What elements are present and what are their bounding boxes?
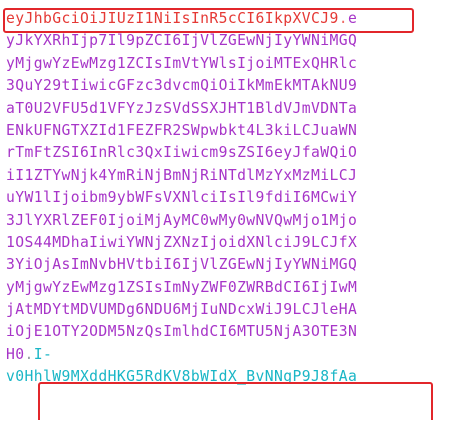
header-highlight-box — [3, 8, 414, 33]
jwt-payload-line: ENkUFNGTXZId1FEZFR2SWpwbkt4L3kiLCJuaWN — [6, 121, 358, 139]
jwt-payload-line: 1OS44MDhaIiwiYWNjZXNzIjoidXNlciJ9LCJfX — [6, 233, 358, 251]
jwt-payload-line: 3JlYXRlZEF0IjoiMjAyMC0wMy0wNVQwMjo1Mjo — [6, 211, 358, 229]
token-line-16: H0.I- — [6, 344, 468, 366]
jwt-payload-line: yJkYXRhIjp7Il9pZCI6IjVlZGEwNjIyYWNiMGQ — [6, 32, 358, 50]
jwt-payload-line: yMjgwYzEwMzg1ZCIsImVtYWlsIjoiMTExQHRlc — [6, 54, 358, 72]
jwt-payload-line: yMjgwYzEwMzg1ZSIsImNyZWF0ZWRBdCI6IjIwM — [6, 278, 358, 296]
jwt-payload-line: H0 — [6, 345, 25, 363]
bottom-clip — [0, 420, 470, 426]
signature-highlight-box — [38, 382, 433, 425]
jwt-payload-line: rTmFtZSI6InRlc3QxIiwicm9sZSI6eyJfaWQiO — [6, 144, 358, 162]
jwt-payload-line: aT0U2VFU5d1VFYzJzSVdSSXJHT1BldVJmVDNTa — [6, 99, 358, 117]
jwt-payload-line: uYW1lIjoibm9ybWFsVXNlciIsIl9fdiI6MCwiY — [6, 189, 358, 207]
jwt-payload-line: iOjE1OTY2ODM5NzQsImlhdCI6MTU5NjA3OTE3N — [6, 323, 358, 341]
jwt-payload-line: 3QuY29tIiwicGFzc3dvcmQiOiIkMmEkMTAkNU9 — [6, 77, 358, 95]
jwt-payload-line: iI1ZTYwNjk4YmRiNjBmNjRiNTdlMzYxMzMiLCJ — [6, 166, 358, 184]
jwt-payload-line: jAtMDYtMDVUMDg6NDU6MjIuNDcxWiJ9LCJleHA — [6, 301, 358, 319]
jwt-signature-line: I- — [33, 345, 53, 363]
jwt-separator-dot: . — [24, 345, 34, 363]
jwt-token-display: eyJhbGciOiJIUzI1NiIsInR5cCI6IkpXVCJ9.e y… — [6, 8, 468, 389]
jwt-payload-line: 3YiOjAsImNvbHVtbiI6IjVlZGEwNjIyYWNiMGQ — [6, 256, 358, 274]
